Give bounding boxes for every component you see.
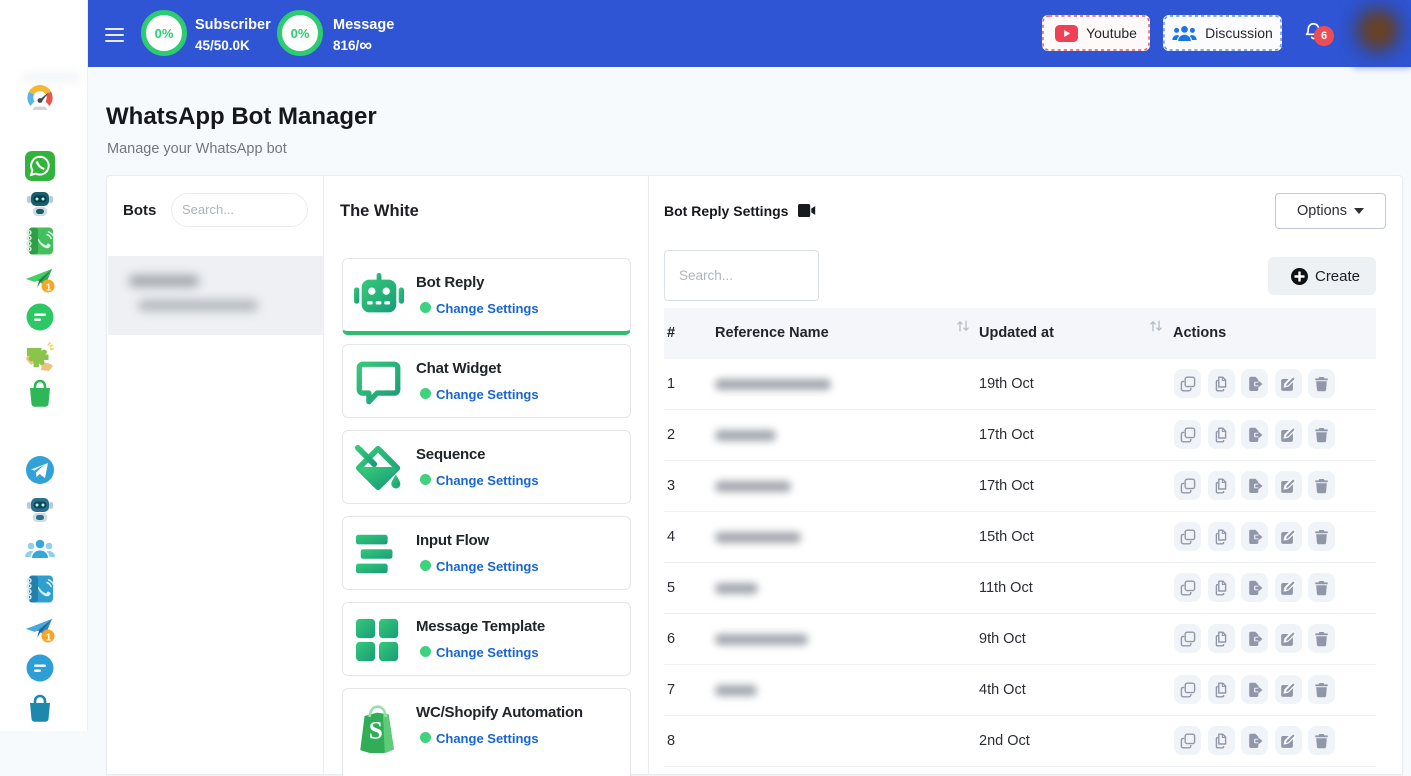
svg-text:1: 1 xyxy=(46,283,52,294)
svg-text:1: 1 xyxy=(46,633,52,644)
svg-text:S: S xyxy=(369,718,383,745)
